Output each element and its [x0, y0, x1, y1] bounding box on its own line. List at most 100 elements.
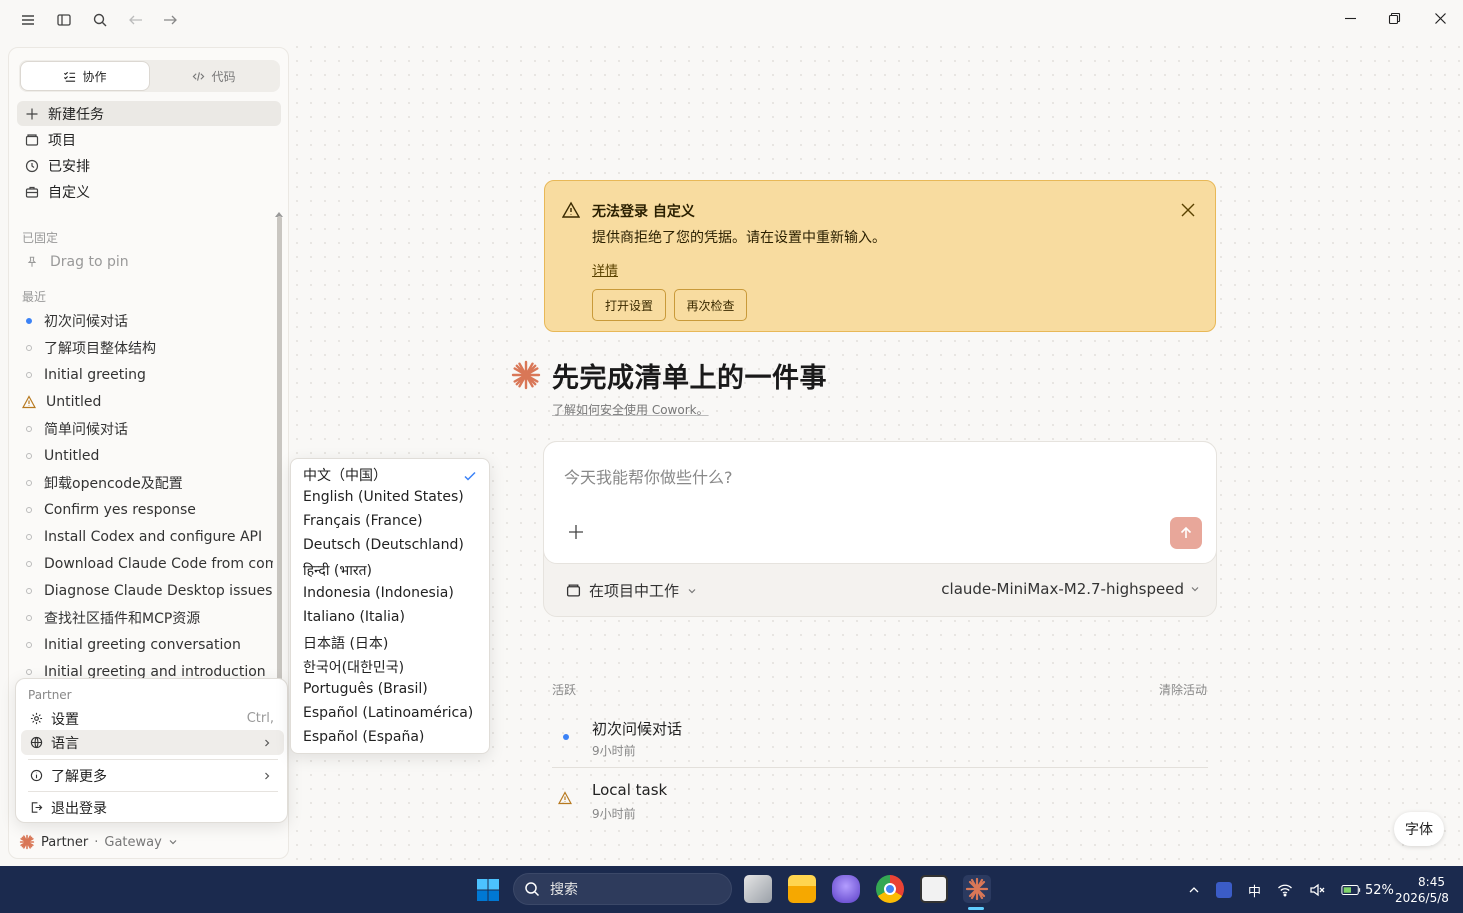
language-option[interactable]: English (United States)	[303, 489, 464, 505]
page-title: 先完成清单上的一件事	[552, 363, 827, 394]
cowork-icon	[64, 71, 76, 82]
system-tray: 中 52%	[1188, 874, 1394, 906]
info-icon	[30, 769, 43, 782]
battery-indicator[interactable]: 52%	[1341, 883, 1394, 898]
language-option[interactable]: Português (Brasil)	[303, 681, 428, 697]
recent-item[interactable]: Initial greeting	[17, 362, 273, 388]
sidebar-item-projects[interactable]: 项目	[17, 127, 281, 152]
sidebar-item-customize[interactable]: 自定义	[17, 179, 281, 204]
active-dot-icon	[563, 734, 569, 740]
search-icon[interactable]	[88, 8, 112, 32]
idle-dot-icon	[26, 561, 32, 567]
language-option[interactable]: Deutsch (Deutschland)	[303, 537, 464, 553]
wifi-icon[interactable]	[1277, 882, 1293, 898]
language-option[interactable]: Italiano (Italia)	[303, 609, 405, 625]
clock[interactable]: 8:45 2026/5/8	[1395, 874, 1449, 906]
open-settings-button[interactable]: 打开设置	[592, 289, 666, 321]
mode-tabs: 协作 代码	[19, 60, 280, 92]
idle-dot-icon	[26, 642, 32, 648]
tab-code[interactable]: 代码	[150, 62, 278, 90]
chrome-icon[interactable]	[876, 875, 904, 903]
project-selector[interactable]: 在项目中工作	[566, 580, 697, 601]
alert-details-link[interactable]: 详情	[592, 260, 618, 279]
clear-activity-button[interactable]: 清除活动	[1159, 681, 1207, 698]
recent-item[interactable]: Diagnose Claude Desktop issues	[17, 578, 273, 604]
idle-dot-icon	[26, 534, 32, 540]
windows-start-icon[interactable]	[476, 878, 500, 902]
language-option[interactable]: Español (España)	[303, 729, 424, 745]
language-option[interactable]: Français (France)	[303, 513, 423, 529]
close-icon[interactable]	[1179, 201, 1197, 219]
forward-arrow-icon[interactable]	[158, 8, 182, 32]
send-button[interactable]	[1170, 517, 1202, 549]
chevron-up-icon[interactable]	[1188, 884, 1200, 896]
chevron-down-icon	[1191, 587, 1199, 592]
recent-item[interactable]: Install Codex and configure API	[17, 524, 273, 550]
model-selector[interactable]: claude-MiniMax-M2.7-highspeed	[941, 580, 1200, 598]
sidebar-item-scheduled[interactable]: 已安排	[17, 153, 281, 178]
prompt-input[interactable]: 今天我能帮你做些什么?	[564, 464, 733, 488]
recheck-button[interactable]: 再次检查	[674, 289, 747, 321]
restore-button[interactable]	[1371, 4, 1417, 32]
language-option[interactable]: Español (Latinoamérica)	[303, 705, 473, 721]
language-option[interactable]: 日本語 (日本)	[303, 633, 388, 653]
recent-item[interactable]: 初次问候对话	[17, 308, 273, 334]
recent-item[interactable]: Confirm yes response	[17, 497, 273, 523]
new-task-button[interactable]: 新建任务	[17, 101, 281, 126]
idle-dot-icon	[26, 588, 32, 594]
recent-item[interactable]: 卸载opencode及配置	[17, 470, 273, 496]
idle-dot-icon	[26, 426, 32, 432]
recent-item[interactable]: Initial greeting conversation	[17, 632, 273, 658]
terminal-icon[interactable]	[920, 875, 948, 903]
language-menu-item[interactable]: 语言	[21, 730, 284, 755]
logout-menu-item[interactable]: 退出登录	[21, 795, 284, 820]
minimize-button[interactable]	[1327, 4, 1373, 32]
account-switcher[interactable]: Partner · Gateway	[19, 834, 178, 850]
safety-link[interactable]: 了解如何安全使用 Cowork。	[552, 401, 709, 418]
language-submenu: 中文（中国） English (United States) Français …	[290, 458, 490, 754]
menu-icon[interactable]	[16, 8, 40, 32]
tab-cowork[interactable]: 协作	[21, 62, 149, 90]
explorer-icon[interactable]	[788, 875, 816, 903]
language-option[interactable]: Indonesia (Indonesia)	[303, 585, 454, 601]
obsidian-icon[interactable]	[832, 875, 860, 903]
active-app-indicator	[968, 907, 984, 910]
language-option[interactable]: 한국어(대한민국)	[303, 657, 404, 677]
recent-item[interactable]: Download Claude Code from comm	[17, 551, 273, 577]
code-icon	[193, 71, 205, 81]
pin-icon	[27, 256, 37, 267]
recent-item[interactable]: 了解项目整体结构	[17, 335, 273, 361]
warning-icon	[22, 395, 36, 409]
language-option[interactable]: हिन्दी (भारत)	[303, 561, 372, 580]
settings-menu-item[interactable]: 设置 Ctrl,	[21, 706, 284, 731]
active-dot-icon	[26, 318, 32, 324]
idle-dot-icon	[26, 669, 32, 675]
claude-icon[interactable]	[963, 875, 991, 903]
taskbar-search[interactable]: 搜索	[513, 873, 732, 905]
file-manager-icon[interactable]	[744, 875, 772, 903]
ime-indicator[interactable]: 中	[1248, 881, 1261, 900]
plus-icon[interactable]	[566, 522, 586, 542]
learn-more-menu-item[interactable]: 了解更多	[21, 763, 284, 788]
activity-row[interactable]: 初次问候对话 9小时前	[552, 714, 1208, 768]
account-menu: Partner 设置 Ctrl, 语言 了解更多 退出登录	[15, 678, 288, 823]
sidebar-toggle-icon[interactable]	[52, 8, 76, 32]
chevron-down-icon	[688, 588, 696, 593]
recent-item[interactable]: 查找社区插件和MCP资源	[17, 605, 273, 631]
recent-item[interactable]: 简单问候对话	[17, 416, 273, 442]
language-option[interactable]: 中文（中国）	[303, 465, 387, 485]
back-arrow-icon[interactable]	[124, 8, 148, 32]
close-window-button[interactable]	[1417, 4, 1463, 32]
composer: 今天我能帮你做些什么? 在项目中工作 claude-MiniMax-M2.7-h…	[543, 441, 1217, 617]
activity-row[interactable]: Local task 9小时前	[552, 777, 1208, 831]
search-icon	[525, 882, 540, 897]
tray-app-icon[interactable]	[1216, 882, 1232, 898]
sidebar-scrollbar[interactable]	[277, 216, 282, 686]
gear-icon	[30, 712, 43, 725]
activity-divider	[552, 767, 1208, 768]
recent-item[interactable]: Untitled	[17, 389, 273, 415]
idle-dot-icon	[26, 372, 32, 378]
recent-item[interactable]: Untitled	[17, 443, 273, 469]
font-button[interactable]: 字体	[1394, 812, 1444, 846]
speaker-muted-icon[interactable]	[1309, 882, 1325, 898]
